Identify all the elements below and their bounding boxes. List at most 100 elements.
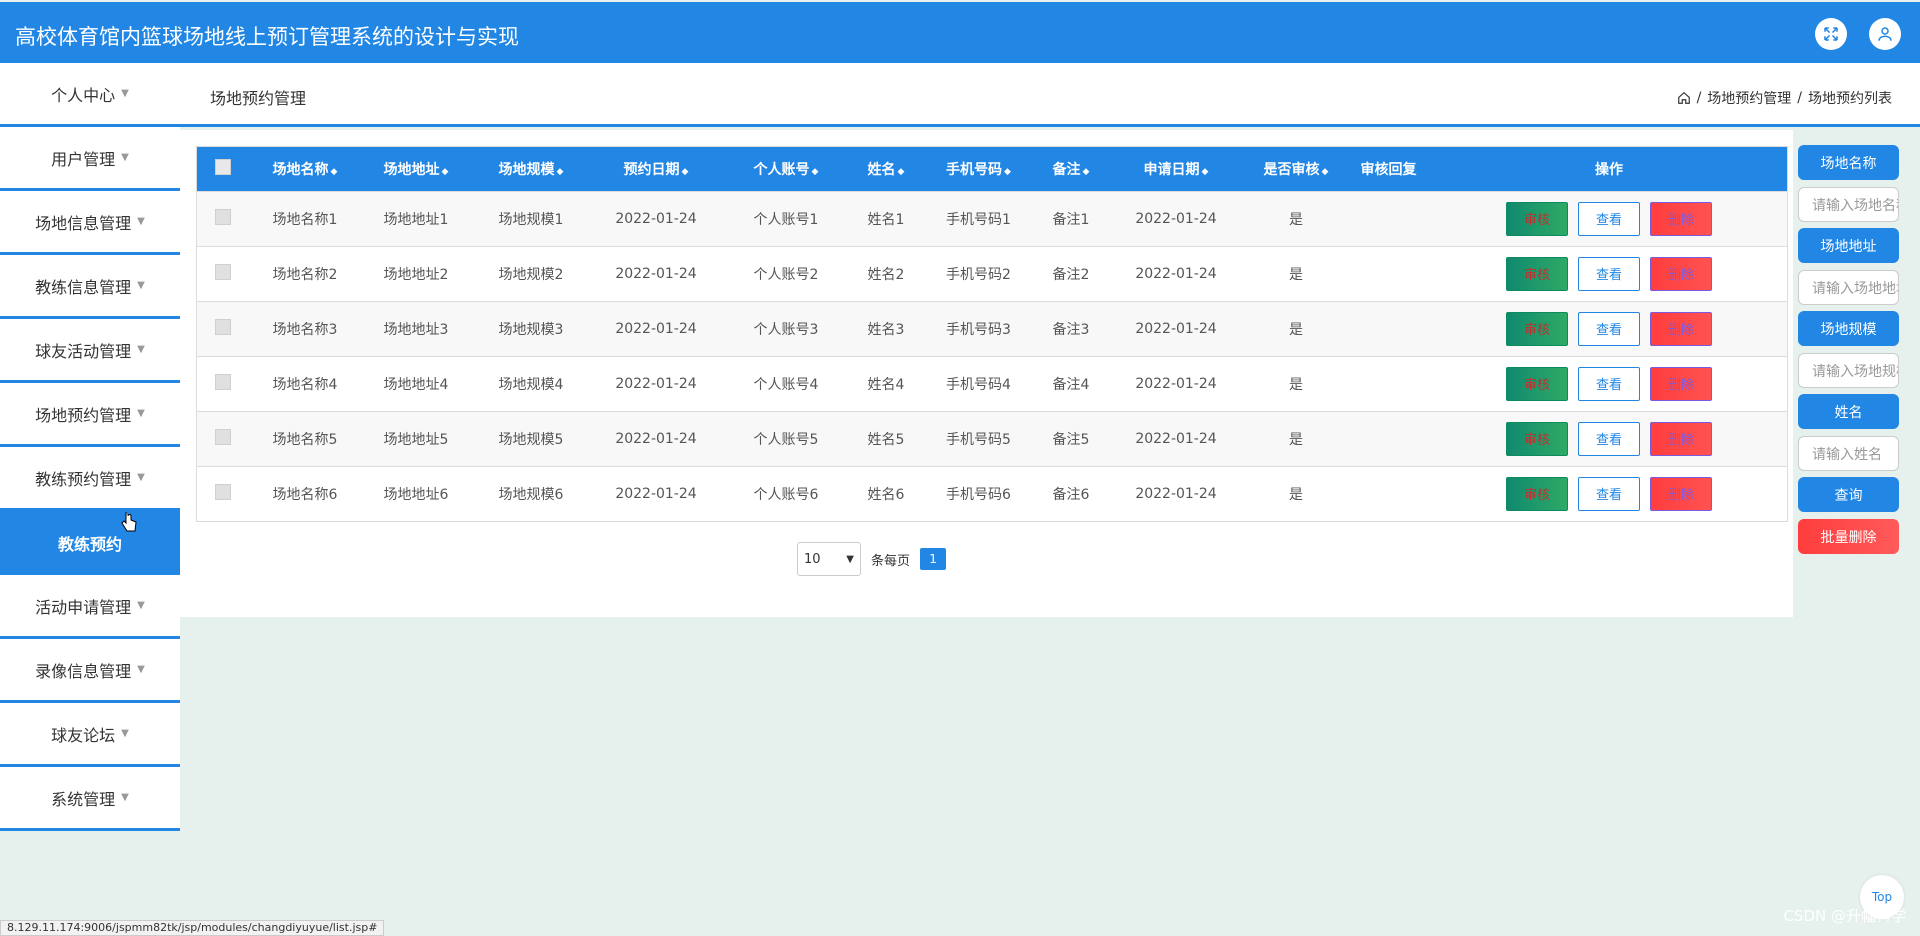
venue-name-label: 场地名称 [1798,145,1899,180]
caret-down-icon: ▼ [121,88,129,99]
table-cell [1346,191,1431,246]
table-cell: 场地规模2 [498,266,564,283]
main-content: 场地名称 ◆ 场地地址 ◆ 场地规模 ◆ 预约日期 ◆ 个人账号 ◆ 姓名 ◆ 手机号码 ◆ … [180,130,1793,617]
sidebar-item-activity[interactable]: 球友活动管理 ▼ [0,319,180,383]
watermark: CSDN @升幅科学 [1783,907,1906,925]
caret-down-icon: ▼ [137,344,145,355]
sidebar-item-forum[interactable]: 球友论坛 ▼ [0,703,180,767]
user-center-menu[interactable]: 个人中心 ▼ [0,63,180,124]
row-checkbox[interactable] [215,318,231,335]
top-bar: 高校体育馆内篮球场地线上预订管理系统的设计与实现 [0,2,1920,63]
review-button[interactable]: 审核 [1506,256,1568,291]
user-avatar-icon[interactable] [1869,18,1901,50]
table-header-row: 场地名称 ◆ 场地地址 ◆ 场地规模 ◆ 预约日期 ◆ 个人账号 ◆ 姓名 ◆ 手机号码 ◆ … [197,147,1787,191]
sort-icon: ◆ [681,166,689,177]
column-header-reviewed[interactable]: 是否审核 ◆ [1246,147,1346,191]
column-header-name[interactable]: 姓名 ◆ [851,147,921,191]
sidebar-subitem-coach-booking[interactable]: 教练预约 [0,511,180,575]
sidebar-item-venue-booking[interactable]: 场地预约管理 ▼ [0,383,180,447]
delete-button[interactable]: 删除 [1650,311,1712,346]
table-cell: 是 [1289,431,1303,448]
caret-down-icon: ▼ [137,408,145,419]
column-header-venue-name[interactable]: 场地名称 ◆ [249,147,361,191]
venue-name-input[interactable]: 请输入场地名称 [1798,187,1899,222]
venue-address-input[interactable]: 请输入场地地址 [1798,270,1899,305]
column-header-account[interactable]: 个人账号 ◆ [721,147,851,191]
review-button[interactable]: 审核 [1506,421,1568,456]
table-cell: 2022-01-24 [615,210,697,227]
view-button[interactable]: 查看 [1578,476,1640,511]
table-cell: 是 [1289,321,1303,338]
sort-icon: ◆ [441,166,449,177]
column-header-booking-date[interactable]: 预约日期 ◆ [591,147,721,191]
table-cell: 2022-01-24 [1135,430,1217,447]
view-button[interactable]: 查看 [1578,366,1640,401]
table-cell: 2022-01-24 [1135,375,1217,392]
sidebar-item-system[interactable]: 系统管理 ▼ [0,767,180,831]
table-cell: 手机号码6 [946,486,1011,503]
sidebar-item-activity-apply[interactable]: 活动申请管理 ▼ [0,575,180,639]
venue-scale-input[interactable]: 请输入场地规模 [1798,353,1899,388]
batch-delete-button[interactable]: 批量删除 [1798,519,1899,554]
review-button[interactable]: 审核 [1506,201,1568,236]
row-checkbox[interactable] [215,208,231,225]
sort-icon: ◆ [1004,166,1011,177]
view-button[interactable]: 查看 [1578,256,1640,291]
table-cell: 个人账号6 [753,486,819,503]
sort-icon: ◆ [556,166,564,177]
sort-icon: ◆ [1321,166,1329,177]
fullscreen-icon[interactable] [1815,18,1847,50]
name-input[interactable]: 请输入姓名 [1798,436,1899,471]
view-button[interactable]: 查看 [1578,421,1640,456]
column-header-phone[interactable]: 手机号码 ◆ [921,147,1036,191]
sidebar-item-label: 系统管理 [51,789,116,809]
delete-button[interactable]: 删除 [1650,366,1712,401]
caret-down-icon: ▼ [121,152,129,163]
table-cell: 场地名称6 [272,486,338,503]
column-header-remark[interactable]: 备注 ◆ [1036,147,1106,191]
review-button[interactable]: 审核 [1506,311,1568,346]
caret-down-icon: ▼ [137,280,145,291]
column-header-apply-date[interactable]: 申请日期 ◆ [1106,147,1246,191]
sidebar-item-venue-info[interactable]: 场地信息管理 ▼ [0,191,180,255]
user-center-label: 个人中心 [51,85,116,105]
review-button[interactable]: 审核 [1506,366,1568,401]
table-cell: 场地地址2 [383,266,449,283]
breadcrumb-item[interactable]: 场地预约管理 [1707,88,1791,108]
row-checkbox[interactable] [215,428,231,445]
column-header-venue-address[interactable]: 场地地址 ◆ [361,147,471,191]
column-header-venue-scale[interactable]: 场地规模 ◆ [471,147,591,191]
page-number-button[interactable]: 1 [920,548,947,570]
table-cell: 场地规模4 [498,376,564,393]
sidebar-item-video[interactable]: 录像信息管理 ▼ [0,639,180,703]
row-checkbox[interactable] [215,483,231,500]
delete-button[interactable]: 删除 [1650,256,1712,291]
view-button[interactable]: 查看 [1578,311,1640,346]
table-cell: 2022-01-24 [1135,265,1217,282]
page-size-select[interactable]: 10 ▼ [797,542,861,576]
delete-button[interactable]: 删除 [1650,421,1712,456]
review-button[interactable]: 审核 [1506,476,1568,511]
table-cell: 2022-01-24 [1135,320,1217,337]
table-cell: 是 [1289,266,1303,283]
row-checkbox[interactable] [215,373,231,390]
table-row: 场地名称3 场地地址3 场地规模3 2022-01-24 个人账号3 姓名3 手机号码3 备注… [197,301,1787,356]
page-size-value: 10 [804,551,821,567]
table-cell: 是 [1289,211,1303,228]
delete-button[interactable]: 删除 [1650,476,1712,511]
row-checkbox[interactable] [215,263,231,280]
sidebar-item-coach-booking[interactable]: 教练预约管理 ▼ [0,447,180,511]
pagination: 10 ▼ 条每页 1 [797,542,947,576]
query-button[interactable]: 查询 [1798,477,1899,512]
table-cell: 姓名3 [867,321,905,338]
sort-icon: ◆ [1082,166,1090,177]
select-all-checkbox[interactable] [215,158,231,175]
view-button[interactable]: 查看 [1578,201,1640,236]
delete-button[interactable]: 删除 [1650,201,1712,236]
sidebar-item-user-management[interactable]: 用户管理 ▼ [0,127,180,191]
sidebar-item-coach-info[interactable]: 教练信息管理 ▼ [0,255,180,319]
home-icon[interactable] [1677,91,1691,105]
table-cell: 场地规模3 [498,321,564,338]
table-cell: 备注4 [1052,376,1090,393]
hand-cursor-icon [121,512,137,532]
